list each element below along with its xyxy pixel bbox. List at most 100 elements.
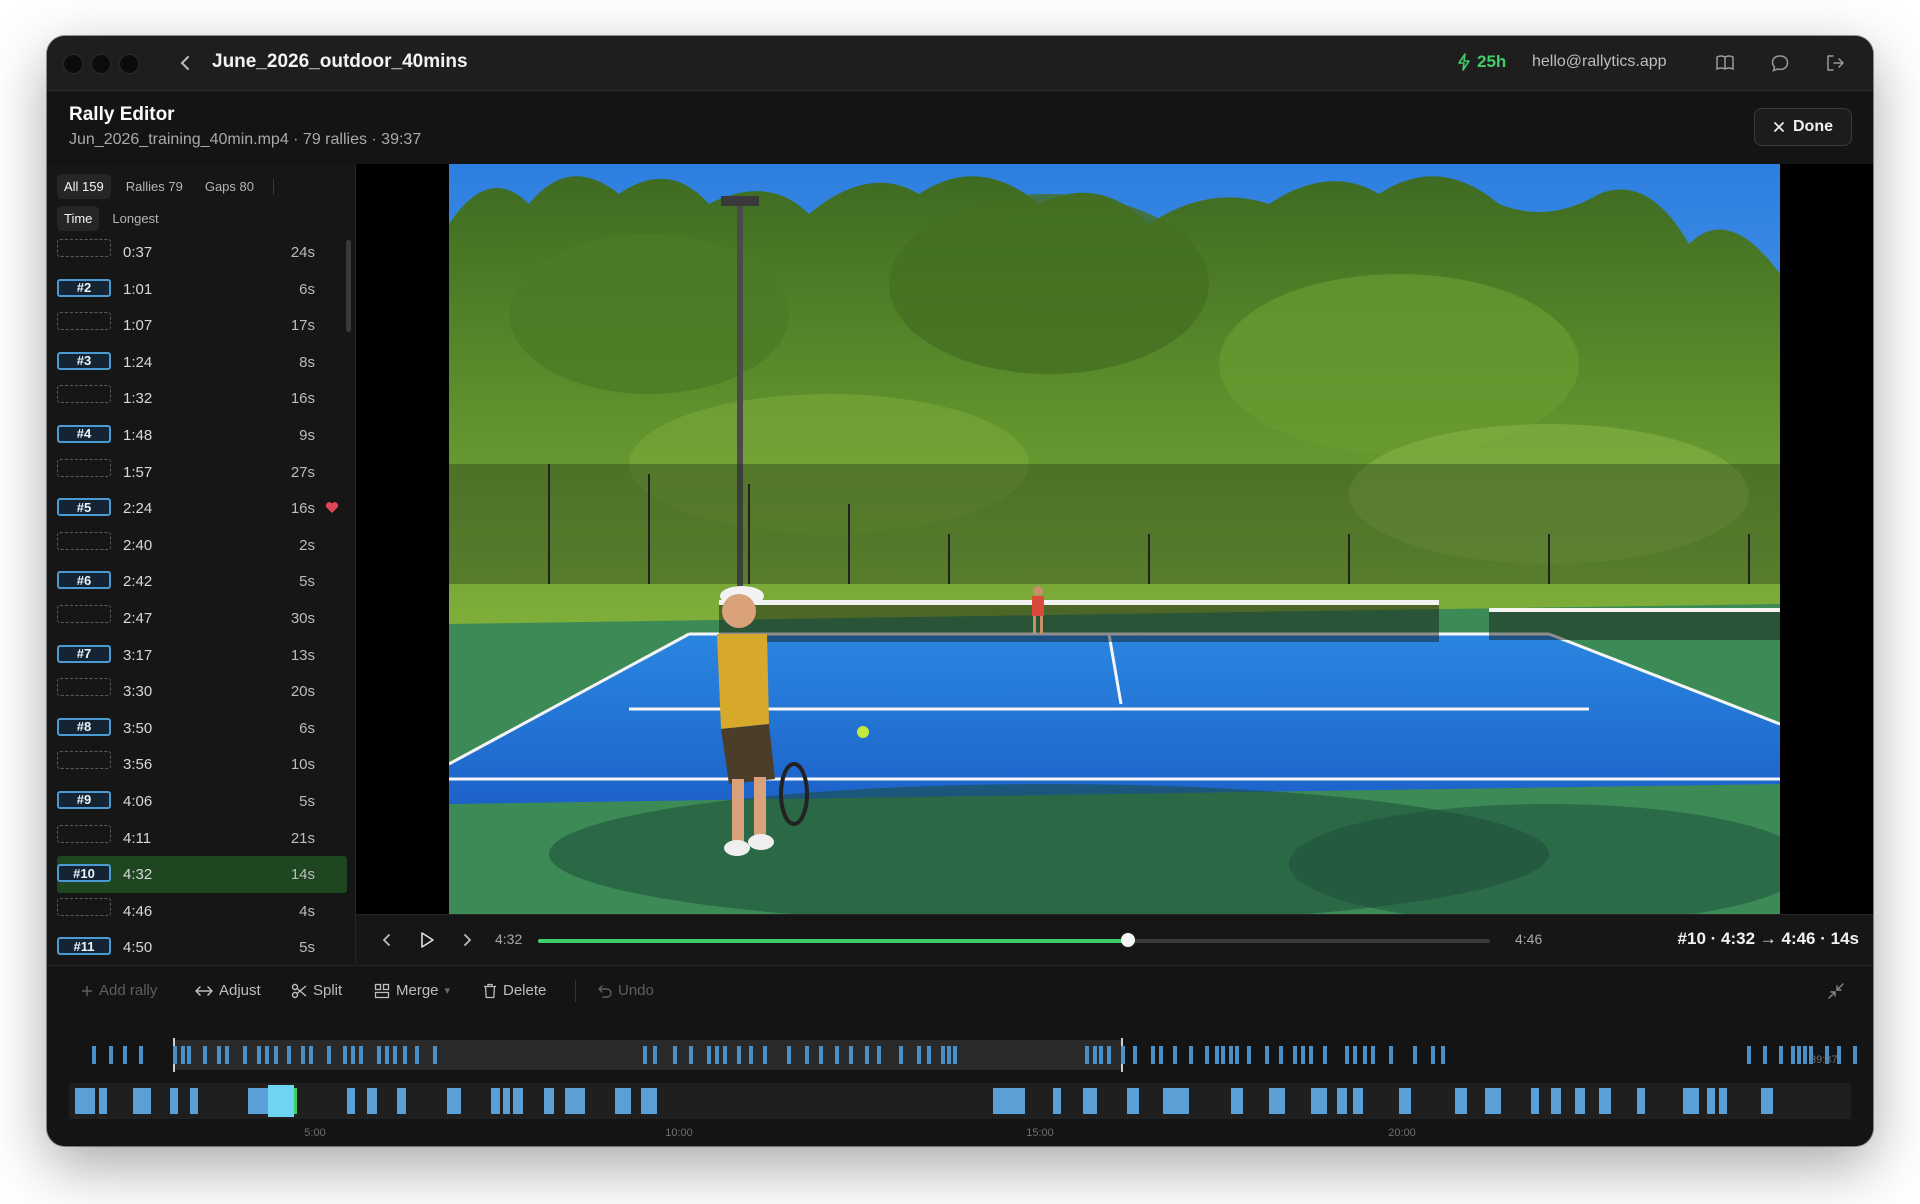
timeline-rally-mark[interactable] bbox=[1235, 1046, 1239, 1064]
overview-rally-block[interactable] bbox=[1551, 1088, 1561, 1114]
timeline-rally-mark[interactable] bbox=[737, 1046, 741, 1064]
credits-badge[interactable]: 25h bbox=[1457, 52, 1506, 72]
overview-rally-block[interactable] bbox=[1127, 1088, 1139, 1114]
zoom-window[interactable] bbox=[173, 1040, 1123, 1070]
timeline-rally-mark[interactable] bbox=[1747, 1046, 1751, 1064]
timeline-rally-mark[interactable] bbox=[217, 1046, 221, 1064]
overview-rally-block[interactable] bbox=[447, 1088, 461, 1114]
zoom-window-button[interactable] bbox=[119, 54, 139, 74]
timeline-rally-mark[interactable] bbox=[1085, 1046, 1089, 1064]
timeline-rally-mark[interactable] bbox=[1797, 1046, 1801, 1064]
overview-rally-block[interactable] bbox=[397, 1088, 406, 1114]
sort-time[interactable]: Time bbox=[57, 206, 100, 231]
overview-rally-block[interactable] bbox=[170, 1088, 178, 1114]
split-button[interactable]: Split bbox=[291, 982, 342, 999]
gap-row[interactable]: 0:37 24s bbox=[57, 234, 347, 271]
timeline-rally-mark[interactable] bbox=[835, 1046, 839, 1064]
rally-row[interactable]: #3 1:24 8s bbox=[57, 344, 347, 381]
timeline-rally-mark[interactable] bbox=[287, 1046, 291, 1064]
logout-button[interactable] bbox=[1822, 50, 1848, 76]
timeline-rally-mark[interactable] bbox=[1265, 1046, 1269, 1064]
timeline-rally-mark[interactable] bbox=[1293, 1046, 1297, 1064]
timeline-rally-mark[interactable] bbox=[877, 1046, 881, 1064]
overview-rally-block[interactable] bbox=[1637, 1088, 1645, 1114]
gap-row[interactable]: 3:30 20s bbox=[57, 673, 347, 710]
timeline-rally-mark[interactable] bbox=[1791, 1046, 1795, 1064]
timeline-rally-mark[interactable] bbox=[139, 1046, 143, 1064]
overview-rally-block[interactable] bbox=[1337, 1088, 1347, 1114]
timeline-rally-mark[interactable] bbox=[1099, 1046, 1103, 1064]
overview-rally-block[interactable] bbox=[1599, 1088, 1611, 1114]
timeline-rally-mark[interactable] bbox=[763, 1046, 767, 1064]
timeline-rally-mark[interactable] bbox=[274, 1046, 278, 1064]
overview-rally-block[interactable] bbox=[1163, 1088, 1177, 1114]
gap-row[interactable]: 2:40 2s bbox=[57, 527, 347, 564]
next-clip-button[interactable] bbox=[454, 927, 480, 953]
docs-button[interactable] bbox=[1712, 50, 1738, 76]
overview-rally-block[interactable] bbox=[503, 1088, 510, 1114]
overview-rally-block[interactable] bbox=[367, 1088, 377, 1114]
timeline-rally-mark[interactable] bbox=[1215, 1046, 1219, 1064]
overview-rally-block[interactable] bbox=[1485, 1088, 1501, 1114]
timeline-rally-mark[interactable] bbox=[1093, 1046, 1097, 1064]
filter-gaps[interactable]: Gaps 80 bbox=[198, 174, 261, 199]
timeline-rally-mark[interactable] bbox=[707, 1046, 711, 1064]
timeline-rally-mark[interactable] bbox=[1441, 1046, 1445, 1064]
scrub-thumb[interactable] bbox=[1121, 933, 1136, 947]
timeline-rally-mark[interactable] bbox=[1173, 1046, 1177, 1064]
timeline-rally-mark[interactable] bbox=[749, 1046, 753, 1064]
rally-row[interactable]: #10 4:32 14s bbox=[57, 856, 347, 893]
overview-rally-block[interactable] bbox=[615, 1088, 631, 1114]
gap-row[interactable]: 1:57 27s bbox=[57, 454, 347, 491]
timeline-rally-mark[interactable] bbox=[899, 1046, 903, 1064]
overview-rally-block[interactable] bbox=[1531, 1088, 1539, 1114]
overview-rally-block[interactable] bbox=[1683, 1088, 1699, 1114]
timeline-rally-mark[interactable] bbox=[123, 1046, 127, 1064]
overview-rally-block[interactable] bbox=[1231, 1088, 1243, 1114]
rally-row[interactable]: #6 2:42 5s bbox=[57, 563, 347, 600]
timeline-rally-mark[interactable] bbox=[849, 1046, 853, 1064]
overview-rally-block[interactable] bbox=[133, 1088, 151, 1114]
timeline-rally-mark[interactable] bbox=[181, 1046, 185, 1064]
timeline-rally-mark[interactable] bbox=[1309, 1046, 1313, 1064]
timeline-rally-mark[interactable] bbox=[1205, 1046, 1209, 1064]
timeline-rally-mark[interactable] bbox=[1779, 1046, 1783, 1064]
timeline-rally-mark[interactable] bbox=[377, 1046, 381, 1064]
timeline-rally-mark[interactable] bbox=[1107, 1046, 1111, 1064]
video-frame[interactable] bbox=[449, 164, 1780, 914]
heart-icon[interactable] bbox=[325, 501, 339, 514]
scrub-track[interactable] bbox=[538, 933, 1490, 947]
timeline-rally-mark[interactable] bbox=[415, 1046, 419, 1064]
merge-button[interactable]: Merge ▾ bbox=[374, 982, 450, 999]
timeline-rally-mark[interactable] bbox=[1121, 1046, 1125, 1064]
timeline-rally-mark[interactable] bbox=[1363, 1046, 1367, 1064]
add-rally-button[interactable]: Add rally bbox=[81, 982, 157, 999]
timeline-rally-mark[interactable] bbox=[941, 1046, 945, 1064]
overview-rally-block[interactable] bbox=[565, 1088, 575, 1114]
rally-row[interactable]: #2 1:01 6s bbox=[57, 271, 347, 308]
timeline-rally-mark[interactable] bbox=[865, 1046, 869, 1064]
overview-rally-block[interactable] bbox=[99, 1088, 107, 1114]
close-window-button[interactable] bbox=[63, 54, 83, 74]
gap-row[interactable]: 1:07 17s bbox=[57, 307, 347, 344]
timeline-rally-mark[interactable] bbox=[265, 1046, 269, 1064]
sort-longest[interactable]: Longest bbox=[105, 206, 165, 231]
overview-rally-block[interactable] bbox=[1353, 1088, 1363, 1114]
play-button[interactable] bbox=[414, 927, 440, 953]
timeline-rally-mark[interactable] bbox=[1189, 1046, 1193, 1064]
overview-rally-block[interactable] bbox=[1269, 1088, 1285, 1114]
overview-rally-block[interactable] bbox=[1761, 1088, 1773, 1114]
account-email[interactable]: hello@rallytics.app bbox=[1532, 53, 1667, 71]
overview-rally-block[interactable] bbox=[75, 1088, 95, 1114]
timeline-rally-mark[interactable] bbox=[203, 1046, 207, 1064]
timeline-rally-mark[interactable] bbox=[1159, 1046, 1163, 1064]
rally-row[interactable]: #11 4:50 5s bbox=[57, 929, 347, 966]
timeline-rally-mark[interactable] bbox=[715, 1046, 719, 1064]
scrollbar[interactable] bbox=[346, 240, 351, 332]
gap-row[interactable]: 3:56 10s bbox=[57, 746, 347, 783]
timeline-rally-mark[interactable] bbox=[1133, 1046, 1137, 1064]
timeline-rally-mark[interactable] bbox=[1837, 1046, 1841, 1064]
delete-button[interactable]: Delete bbox=[483, 982, 546, 999]
timeline-rally-mark[interactable] bbox=[673, 1046, 677, 1064]
timeline-rally-mark[interactable] bbox=[917, 1046, 921, 1064]
